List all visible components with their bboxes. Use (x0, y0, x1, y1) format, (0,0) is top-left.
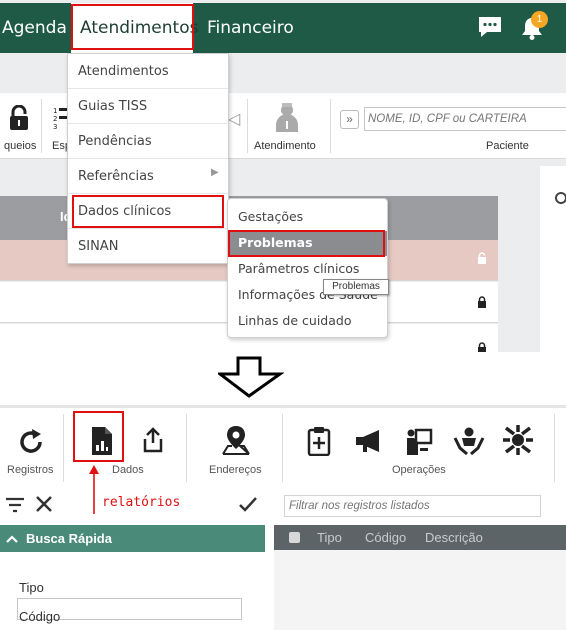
clock-icon[interactable] (555, 192, 566, 204)
notification-badge: 1 (531, 11, 548, 28)
share-upload-icon[interactable] (142, 427, 164, 458)
unlock-icon[interactable] (8, 104, 30, 136)
atendimento-label: Atendimento (254, 140, 316, 152)
close-icon[interactable] (34, 494, 54, 519)
column-header-codigo[interactable]: Código (365, 530, 406, 545)
relatorios-annotation: relatórios (102, 495, 181, 510)
chevron-up-icon (6, 531, 18, 549)
codigo-label: Código (19, 609, 61, 624)
grid-body (274, 550, 566, 630)
doctor-icon[interactable] (274, 101, 300, 138)
check-icon[interactable] (238, 495, 258, 518)
filter-records-input[interactable] (284, 495, 541, 517)
divider (63, 414, 64, 482)
divider (282, 414, 283, 482)
unlock-small-icon[interactable] (477, 252, 487, 270)
registros-label: Registros (7, 464, 54, 476)
menu-item-pendencias[interactable]: Pendências (68, 124, 228, 159)
submenu-item-parametros-clinicos[interactable]: Parâmetros clínicos (238, 261, 359, 276)
chevron-right-icon: ▶ (211, 167, 219, 178)
submenu-item-gestacoes[interactable]: Gestações (238, 209, 303, 224)
side-panel (540, 166, 566, 352)
lock-small-icon[interactable] (477, 342, 487, 352)
menu-item-guias-tiss[interactable]: Guias TISS (68, 89, 228, 124)
menu-item-referencias[interactable]: Referências (68, 159, 228, 194)
lock-small-icon[interactable] (477, 296, 487, 314)
tipo-label: Tipo (19, 580, 44, 595)
megaphone-partial-icon: ◁ (228, 111, 241, 128)
hands-care-icon[interactable] (453, 426, 485, 461)
highlight-box-dados-clinicos (72, 195, 224, 228)
megaphone-icon[interactable] (354, 428, 384, 459)
svg-text:3: 3 (53, 123, 57, 131)
nav-agenda[interactable]: Agenda (2, 3, 67, 53)
dados-label: Dados (112, 464, 144, 476)
map-pin-icon[interactable] (221, 424, 251, 461)
dados-clinicos-submenu: Gestações Problemas Parâmetros clínicos … (227, 198, 388, 338)
operacoes-label: Operações (392, 464, 446, 476)
submenu-item-linhas-cuidado[interactable]: Linhas de cuidado (238, 313, 351, 328)
top-screenshot: Agenda Atendimentos Financeiro 1 queios … (0, 0, 566, 352)
main-navbar: Agenda Atendimentos Financeiro 1 (0, 3, 566, 53)
select-all-checkbox[interactable] (289, 532, 300, 543)
patient-search-input[interactable] (364, 107, 566, 131)
menu-item-sinan[interactable]: SINAN (68, 229, 228, 264)
divider (41, 99, 42, 153)
highlight-box-atendimentos (71, 4, 194, 50)
divider (186, 414, 187, 482)
busca-rapida-header[interactable]: Busca Rápida (0, 525, 265, 552)
menu-item-atendimentos[interactable]: Atendimentos (68, 54, 228, 89)
highlight-box-report (73, 411, 124, 462)
grid-header: Tipo Código Descrição (274, 525, 566, 550)
filter-icon[interactable] (5, 496, 25, 519)
column-header-tipo[interactable]: Tipo (317, 530, 342, 545)
records-panel: Tipo Código Descrição (274, 485, 566, 630)
divider (330, 99, 331, 153)
enderecos-label: Endereços (209, 464, 262, 476)
bloqueios-label: queios (4, 140, 37, 152)
paciente-label: Paciente (486, 140, 529, 152)
column-header-descricao[interactable]: Descrição (425, 530, 483, 545)
team-hands-icon[interactable] (502, 424, 534, 461)
expand-button[interactable]: » (340, 110, 359, 129)
svg-text:1: 1 (53, 107, 57, 115)
divider (247, 99, 248, 153)
svg-text:2: 2 (53, 115, 57, 123)
chat-icon[interactable] (477, 15, 503, 44)
highlight-box-problemas (228, 230, 385, 257)
presentation-board-icon[interactable] (405, 428, 433, 461)
tooltip: Problemas (323, 279, 389, 295)
clipboard-add-icon[interactable] (307, 426, 331, 461)
down-arrow-icon (215, 356, 285, 403)
annotation-arrow-icon (88, 464, 100, 521)
refresh-icon[interactable] (18, 428, 46, 461)
atendimentos-dropdown-menu: Atendimentos Guias TISS Pendências Refer… (67, 53, 229, 264)
busca-rapida-label: Busca Rápida (26, 531, 112, 546)
nav-financeiro[interactable]: Financeiro (207, 3, 294, 53)
divider (554, 414, 555, 482)
